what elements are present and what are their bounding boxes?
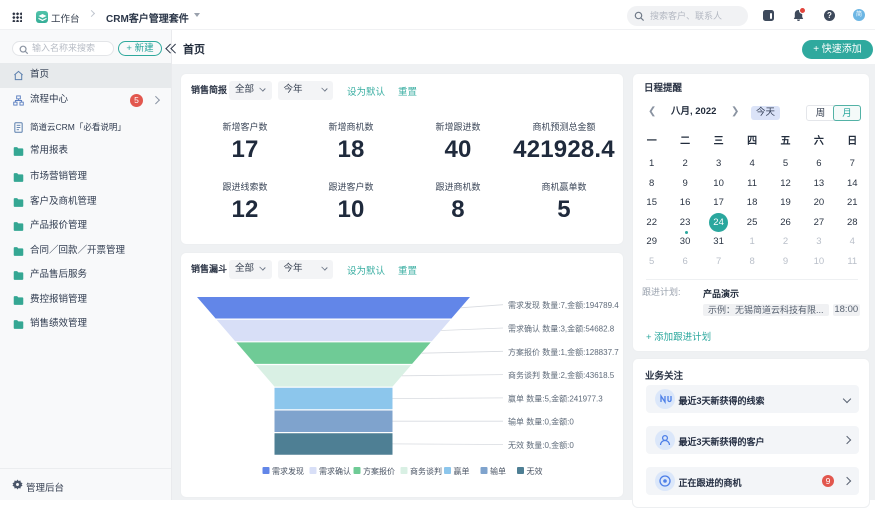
svg-text:无效: 无效 (527, 466, 543, 476)
svg-text:赢单 数量:5,金额:241977.3: 赢单 数量:5,金额:241977.3 (508, 393, 603, 403)
svg-text:需求发现: 需求发现 (272, 466, 304, 476)
svg-text:需求发现 数量:7,金额:194789.4: 需求发现 数量:7,金额:194789.4 (508, 300, 619, 310)
svg-text:赢单: 赢单 (454, 466, 470, 476)
svg-text:商务谈判: 商务谈判 (410, 466, 442, 476)
svg-text:需求确认: 需求确认 (319, 466, 351, 476)
svg-text:输单 数量:0,金额:0: 输单 数量:0,金额:0 (508, 417, 574, 427)
svg-text:方案报价 数量:1,金额:128837.7: 方案报价 数量:1,金额:128837.7 (508, 347, 619, 357)
svg-text:无效 数量:0,金额:0: 无效 数量:0,金额:0 (508, 440, 574, 450)
svg-text:输单: 输单 (490, 466, 506, 476)
svg-text:需求确认 数量:3,金额:54682.8: 需求确认 数量:3,金额:54682.8 (508, 324, 615, 334)
svg-text:方案报价: 方案报价 (363, 466, 395, 476)
svg-text:商务谈判 数量:2,金额:43618.5: 商务谈判 数量:2,金额:43618.5 (508, 370, 615, 380)
